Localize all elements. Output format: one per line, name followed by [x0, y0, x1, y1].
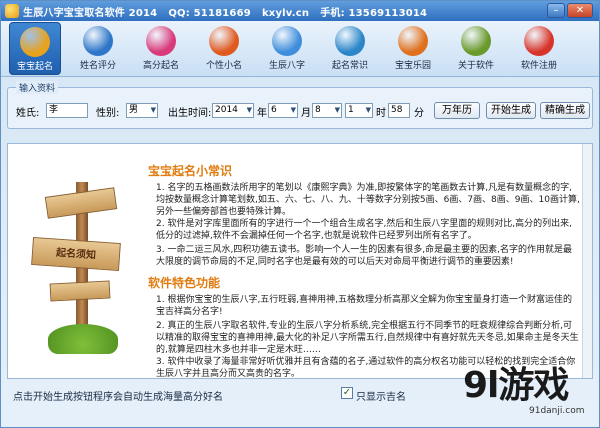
- heading-features: 软件特色功能: [148, 276, 221, 290]
- input-legend: 输入资料: [16, 81, 59, 94]
- toolbar-label: 高分起名: [142, 61, 179, 71]
- signpost-illustration: 起名须知: [31, 162, 132, 362]
- heading-naming-tips: 宝宝起名小常识: [148, 164, 233, 178]
- watermark-logo: 9l游戏 91danji.com: [463, 356, 599, 428]
- generate-button[interactable]: 开始生成: [486, 102, 536, 119]
- hour-unit: 时: [376, 108, 386, 119]
- hour-select[interactable]: 1: [345, 103, 373, 118]
- year-value: 2014: [215, 105, 238, 115]
- toolbar: 宝宝起名 姓名评分 高分起名 个性小名 生辰八字 起名常识 宝宝乐园 关于软件 软件注册: [1, 21, 599, 77]
- toolbar-label: 关于软件: [457, 61, 494, 71]
- window-title: 生辰八字宝宝取名软件 2014 QQ: 51181669 kxylv.cn 手机…: [23, 7, 428, 19]
- minute-input[interactable]: 58: [388, 103, 410, 118]
- toolbar-item-1[interactable]: 宝宝起名: [9, 22, 61, 75]
- windows-icon: [461, 26, 491, 56]
- app-window: 生辰八字宝宝取名软件 2014 QQ: 51181669 kxylv.cn 手机…: [0, 0, 600, 428]
- yin-yang-icon: [20, 27, 50, 57]
- month-value: 6: [271, 105, 277, 115]
- title-bar[interactable]: 生辰八字宝宝取名软件 2014 QQ: 51181669 kxylv.cn 手机…: [1, 1, 599, 21]
- toolbar-item-8[interactable]: 关于软件: [450, 22, 502, 75]
- logo-url: 91danji.com: [529, 406, 585, 416]
- bird-icon: [272, 26, 302, 56]
- toolbar-label: 个性小名: [205, 61, 242, 71]
- toolbar-label: 姓名评分: [79, 61, 116, 71]
- tip-paragraph-1: 1. 名字的五格画数法所用字的笔划以《康熙字典》为准,即按繁体字的笔画数去计算,…: [156, 183, 580, 217]
- minimize-button[interactable]: –: [547, 3, 565, 18]
- only-lucky-label: 只显示吉名: [356, 392, 406, 403]
- month-unit: 月: [301, 108, 311, 119]
- toolbar-label: 起名常识: [331, 61, 368, 71]
- toolbar-label: 宝宝乐园: [394, 61, 431, 71]
- info-panel: 起名须知 宝宝起名小常识 1. 名字的五格画数法所用字的笔划以《康熙字典》为准,…: [7, 143, 593, 379]
- surname-label: 姓氏:: [16, 108, 40, 119]
- sign-board-top: [44, 187, 118, 219]
- year-unit: 年: [257, 108, 267, 119]
- toolbar-item-7[interactable]: 宝宝乐园: [387, 22, 439, 75]
- toolbar-label: 生辰八字: [268, 61, 305, 71]
- day-value: 8: [315, 105, 321, 115]
- sign-board-main: 起名须知: [31, 236, 121, 272]
- gender-select[interactable]: 男: [126, 103, 158, 118]
- logo-text: 9l游戏: [463, 365, 569, 406]
- grid-icon: [209, 26, 239, 56]
- minute-unit: 分: [414, 108, 424, 119]
- app-icon: [5, 4, 19, 18]
- toolbar-item-4[interactable]: 个性小名: [198, 22, 250, 75]
- calendar-button[interactable]: 万年历: [434, 102, 480, 119]
- lifebuoy-icon: [524, 26, 554, 56]
- tip-paragraph-2: 2. 软件是对字库里面所有的字进行一个一个组合生成名字,然后和生辰八字里面的规则…: [156, 219, 573, 241]
- feature-paragraph-1: 1. 根据你宝宝的生辰八字,五行旺弱,喜神用神,五格数理分析高那义全解为你宝宝量…: [156, 295, 573, 317]
- toolbar-item-2[interactable]: 姓名评分: [72, 22, 124, 75]
- tip-paragraph-3: 3. 一命二运三风水,四积功德五读书。影响一个人一生的因素有很多,命是最主要的因…: [156, 245, 573, 267]
- kid-icon: [398, 26, 428, 56]
- gender-label: 性别:: [96, 108, 120, 119]
- sign-text: 起名须知: [55, 247, 97, 262]
- birth-label: 出生时间:: [168, 108, 212, 119]
- grass-icon: [48, 324, 118, 354]
- hour-value: 1: [348, 105, 354, 115]
- year-select[interactable]: 2014: [212, 103, 254, 118]
- toolbar-item-9[interactable]: 软件注册: [513, 22, 565, 75]
- flame-icon: [335, 26, 365, 56]
- toolbar-label: 软件注册: [520, 61, 557, 71]
- sign-board-bottom: [49, 280, 111, 302]
- gender-value: 男: [129, 105, 139, 115]
- toolbar-item-5[interactable]: 生辰八字: [261, 22, 313, 75]
- feature-paragraph-2: 2. 真正的生辰八字取名软件,专业的生辰八字分析系统,完全根据五行不同季节的旺衰…: [156, 321, 579, 355]
- toolbar-label: 宝宝起名: [16, 62, 53, 72]
- day-select[interactable]: 8: [312, 103, 342, 118]
- status-hint: 点击开始生成按钮程序会自动生成海量高分好名: [13, 392, 223, 403]
- toolbar-item-3[interactable]: 高分起名: [135, 22, 187, 75]
- month-select[interactable]: 6: [268, 103, 298, 118]
- globe-icon: [83, 26, 113, 56]
- cubes-icon: [146, 26, 176, 56]
- precise-generate-button[interactable]: 精确生成: [540, 102, 590, 119]
- only-lucky-checkbox[interactable]: ✓: [341, 387, 353, 399]
- input-panel: 输入资料 姓氏: 李 性别: 男 出生时间: 2014 年 6 月 8 日 1 …: [7, 81, 593, 129]
- surname-input[interactable]: 李: [46, 103, 88, 118]
- scrollbar[interactable]: [582, 144, 592, 378]
- toolbar-item-6[interactable]: 起名常识: [324, 22, 376, 75]
- close-button[interactable]: ✕: [567, 3, 593, 18]
